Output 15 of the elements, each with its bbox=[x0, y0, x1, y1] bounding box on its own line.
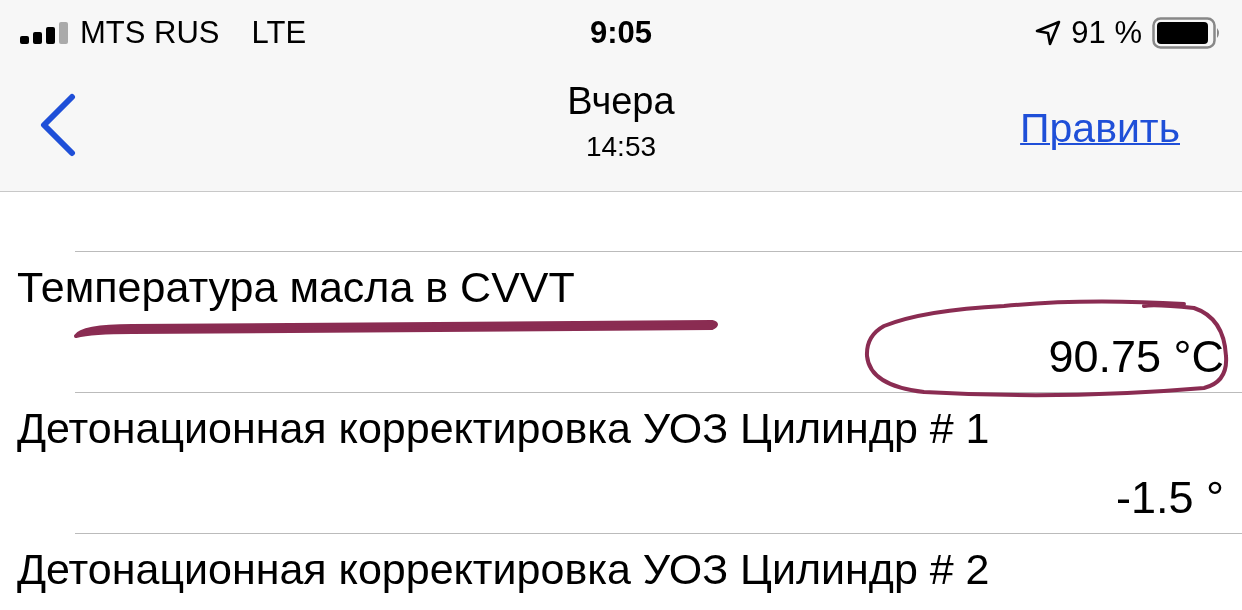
nav-title: Вчера bbox=[567, 80, 675, 123]
nav-subtitle: 14:53 bbox=[585, 131, 657, 163]
parameter-value: 90.75 °C bbox=[1048, 331, 1224, 383]
network-type: LTE bbox=[251, 15, 307, 51]
edit-link[interactable]: Править bbox=[1020, 105, 1180, 152]
battery-icon bbox=[1152, 17, 1222, 49]
parameter-value: -1.5 ° bbox=[1115, 472, 1224, 524]
parameter-name: Температура масла в CVVT bbox=[17, 262, 575, 312]
location-arrow-icon bbox=[1035, 20, 1062, 46]
parameter-name: Детонационная корректировка УОЗ Цилиндр # 2 bbox=[17, 544, 990, 594]
clock-time: 9:05 bbox=[588, 15, 653, 51]
parameter-name: Детонационная корректировка УОЗ Цилиндр # 1 bbox=[17, 403, 990, 453]
back-chevron-icon[interactable] bbox=[38, 92, 78, 157]
battery-percent: 91 % bbox=[1071, 15, 1142, 51]
carrier-name: MTS RUS bbox=[80, 15, 220, 51]
